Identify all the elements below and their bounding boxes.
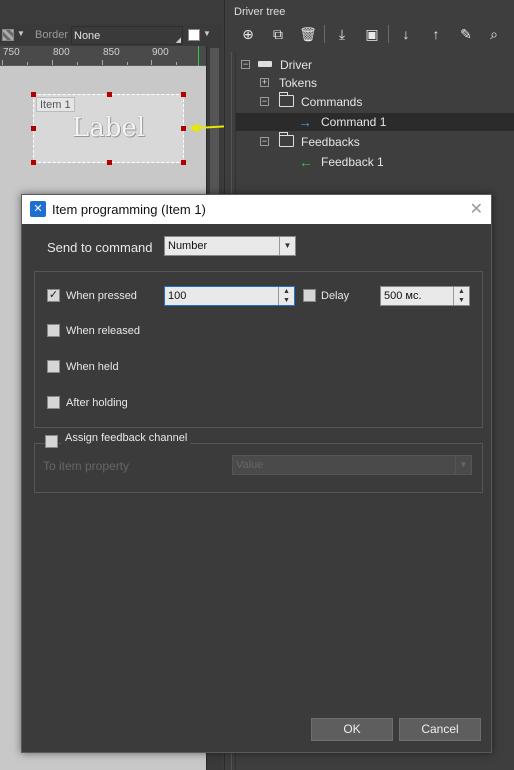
tools-icon: ✕ bbox=[30, 201, 46, 217]
spin-buttons[interactable]: ▲ ▼ bbox=[278, 287, 294, 305]
tree-node-label: Driver bbox=[280, 58, 312, 72]
dialog-titlebar[interactable]: ✕ Item programming (Item 1) ✕ bbox=[22, 195, 491, 224]
add-device-icon[interactable]: ▣ bbox=[361, 24, 383, 44]
tree-node-driver[interactable]: − Driver bbox=[236, 56, 506, 74]
driver-tree-toolbar: ⊕ ⧉ 🗑 ⤓ ▣ ↓ ↑ ✎ ⌕ bbox=[233, 22, 513, 46]
tree-node-label: Command 1 bbox=[321, 115, 387, 129]
ok-button[interactable]: OK bbox=[311, 718, 393, 741]
to-item-property-label: To item property bbox=[43, 459, 130, 473]
tree-node-label: Tokens bbox=[279, 76, 318, 90]
when-pressed-checkbox[interactable]: ✓ bbox=[47, 289, 60, 302]
chevron-down-icon: ▼ bbox=[279, 237, 295, 255]
when-released-checkbox[interactable] bbox=[47, 324, 60, 337]
when-pressed-value: 100 bbox=[168, 290, 187, 302]
folder-icon bbox=[279, 92, 294, 107]
tree-node-feedback-1[interactable]: ← Feedback 1 bbox=[236, 153, 506, 171]
delay-label: Delay bbox=[321, 290, 350, 302]
driver-tree-title: Driver tree bbox=[234, 6, 286, 18]
folder-icon bbox=[279, 132, 294, 147]
dialog-title: Item programming (Item 1) bbox=[52, 202, 206, 217]
send-to-command-select[interactable]: Number ▼ bbox=[164, 236, 296, 256]
delay-value-input[interactable]: 500 мс. ▲ ▼ bbox=[380, 286, 470, 306]
tree-node-command-1[interactable]: → Command 1 bbox=[236, 113, 514, 131]
search-icon[interactable]: ⌕ bbox=[483, 24, 505, 44]
tree-node-tokens[interactable]: + Tokens bbox=[236, 74, 506, 92]
when-held-label: When held bbox=[66, 361, 119, 373]
toolbar-separator bbox=[324, 25, 325, 43]
feedback-arrow-icon: ← bbox=[299, 154, 313, 170]
command-arrow-icon: → bbox=[298, 114, 312, 130]
clear-icon[interactable]: ✎ bbox=[455, 24, 477, 44]
collapse-icon[interactable]: − bbox=[260, 97, 269, 106]
chevron-down-icon: ▼ bbox=[455, 456, 471, 474]
when-released-label: When released bbox=[66, 325, 140, 337]
move-up-icon[interactable]: ↑ bbox=[425, 24, 447, 44]
tree-node-commands[interactable]: − Commands bbox=[236, 92, 506, 111]
delay-checkbox[interactable] bbox=[303, 289, 316, 302]
add-icon[interactable]: ⊕ bbox=[237, 24, 259, 44]
spin-down-icon[interactable]: ▼ bbox=[454, 296, 469, 305]
send-to-command-label: Send to command bbox=[47, 240, 153, 255]
tree-node-feedbacks[interactable]: − Feedbacks bbox=[236, 132, 506, 151]
when-held-checkbox[interactable] bbox=[47, 360, 60, 373]
tree-node-label: Feedbacks bbox=[301, 135, 360, 149]
import-icon[interactable]: ⤓ bbox=[331, 24, 353, 44]
tree-node-label: Commands bbox=[301, 95, 363, 109]
collapse-icon[interactable]: − bbox=[241, 60, 250, 69]
collapse-icon[interactable]: − bbox=[260, 137, 269, 146]
expand-icon[interactable]: + bbox=[260, 78, 269, 87]
driver-icon bbox=[258, 61, 272, 67]
spin-up-icon[interactable]: ▲ bbox=[454, 287, 469, 296]
move-down-icon[interactable]: ↓ bbox=[395, 24, 417, 44]
to-item-property-value: Value bbox=[236, 459, 264, 471]
assign-feedback-checkbox[interactable] bbox=[45, 435, 58, 448]
after-holding-checkbox[interactable] bbox=[47, 396, 60, 409]
delay-value: 500 мс. bbox=[384, 290, 422, 302]
send-to-command-value: Number bbox=[168, 240, 208, 252]
close-icon[interactable]: ✕ bbox=[470, 199, 483, 219]
to-item-property-select[interactable]: Value ▼ bbox=[232, 455, 472, 475]
assign-feedback-label: Assign feedback channel bbox=[62, 432, 191, 444]
cancel-button[interactable]: Cancel bbox=[399, 718, 481, 741]
when-pressed-value-input[interactable]: 100 ▲ ▼ bbox=[164, 286, 295, 306]
toolbar-separator bbox=[388, 25, 389, 43]
duplicate-icon[interactable]: ⧉ bbox=[267, 24, 289, 44]
spin-down-icon[interactable]: ▼ bbox=[279, 296, 294, 305]
spin-up-icon[interactable]: ▲ bbox=[279, 287, 294, 296]
spin-buttons[interactable]: ▲ ▼ bbox=[453, 287, 469, 305]
item-programming-dialog: ✕ Item programming (Item 1) ✕ Send to co… bbox=[21, 194, 492, 753]
after-holding-label: After holding bbox=[66, 397, 128, 409]
when-pressed-label: When pressed bbox=[66, 290, 137, 302]
delete-icon[interactable]: 🗑 bbox=[297, 24, 319, 44]
tree-node-label: Feedback 1 bbox=[321, 155, 384, 169]
